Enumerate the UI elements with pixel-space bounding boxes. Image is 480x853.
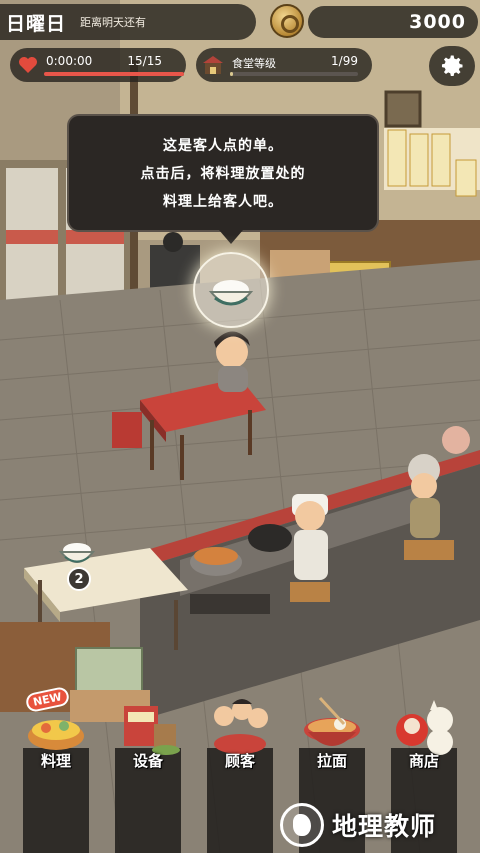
day-label: 日曜日 [6,12,67,35]
restaurant-level-panel: 食堂等级 1/99 [196,48,372,82]
day-countdown-label: 距离明天还有 [80,16,147,29]
menu-equipment-button[interactable]: 设备 [110,690,186,853]
menu-ramen-label: 拉面 [316,752,347,770]
watermark: 地理教师 [280,800,476,850]
stamina-panel: 0:00:00 15/15 [10,48,186,82]
heart-icon [19,57,37,73]
rice-bowl-icon [208,280,254,306]
stamina-bar-fill [44,72,184,76]
tutorial-line: 点击后，将料理放置处的 [140,166,306,182]
coin-panel: 3000 [308,6,478,38]
tutorial-line: 这是客人点的单。 [163,138,283,154]
tutorial-bubble: 这是客人点的单。 点击后，将料理放置处的 料理上给客人吧。 [67,114,379,244]
coin-icon [270,4,304,38]
coin-value: 3000 [409,11,466,33]
prepared-dish-count: 2 [67,567,91,591]
stamina-count: 15/15 [127,54,162,68]
menu-customers-label: 顾客 [224,752,255,770]
gear-icon [441,55,463,77]
settings-button[interactable] [429,46,475,86]
menu-shop-label: 商店 [408,752,439,770]
restaurant-level-label: 食堂等级 [232,57,276,70]
prepared-rice-bowl-icon[interactable] [55,540,99,570]
restaurant-icon [203,56,223,74]
menu-customers-button[interactable]: 顾客 [202,690,278,853]
restaurant-level-bar-fill [230,72,233,76]
restaurant-level-bar [230,72,358,76]
menu-cooking-label: 料理 [40,752,71,770]
day-panel: 日曜日 距离明天还有 [0,4,256,40]
stamina-timer: 0:00:00 [46,54,93,68]
stamina-bar [44,72,184,76]
globe-icon [280,803,324,847]
restaurant-level-count: 1/99 [331,54,358,68]
menu-cooking-button[interactable]: NEW 料理 [18,685,94,853]
menu-equipment-label: 设备 [132,752,163,770]
watermark-text: 地理教师 [332,812,437,841]
customer-order-bubble[interactable] [193,252,269,328]
tutorial-line: 料理上给客人吧。 [163,194,283,210]
